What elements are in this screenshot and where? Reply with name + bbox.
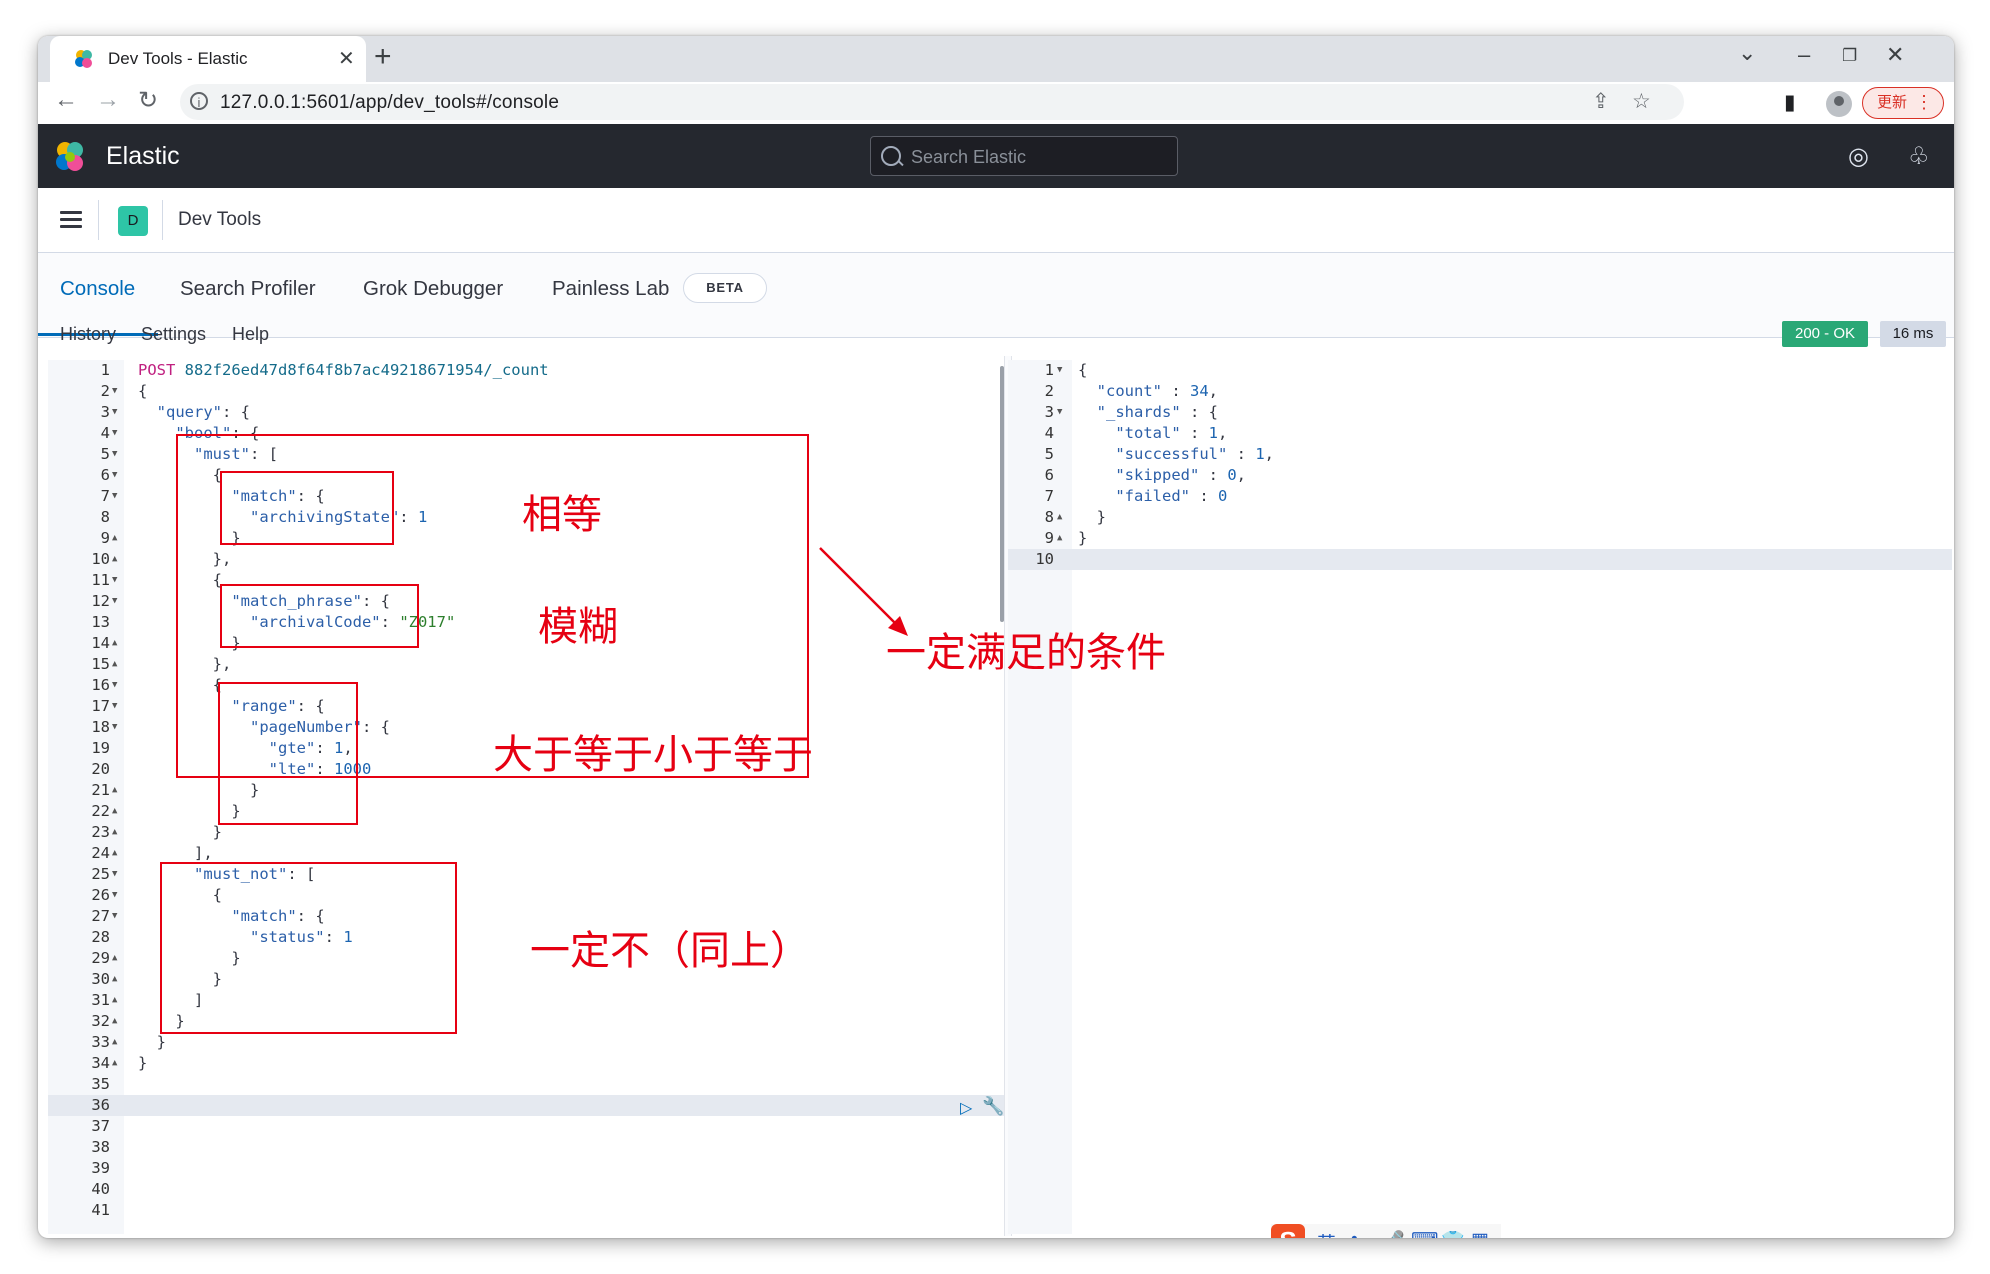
- browser-window: Dev Tools - Elastic ✕ + ⌄ – ❐ ✕ ← → ↻ i …: [38, 36, 1954, 1238]
- microphone-icon[interactable]: 🎤: [1381, 1229, 1405, 1238]
- ime-punctuation-icon[interactable]: •,: [1351, 1229, 1363, 1238]
- skin-icon[interactable]: 👕: [1441, 1229, 1465, 1238]
- ime-toolbar: S 英 •, 🎤 ⌨ 👕 ▦: [1271, 1224, 1501, 1238]
- ime-logo-icon[interactable]: S: [1271, 1224, 1305, 1238]
- annotation-arrow: [819, 547, 908, 636]
- keyboard-icon[interactable]: ⌨: [1411, 1229, 1438, 1238]
- ime-language-toggle[interactable]: 英: [1317, 1229, 1336, 1238]
- apps-grid-icon[interactable]: ▦: [1471, 1229, 1489, 1238]
